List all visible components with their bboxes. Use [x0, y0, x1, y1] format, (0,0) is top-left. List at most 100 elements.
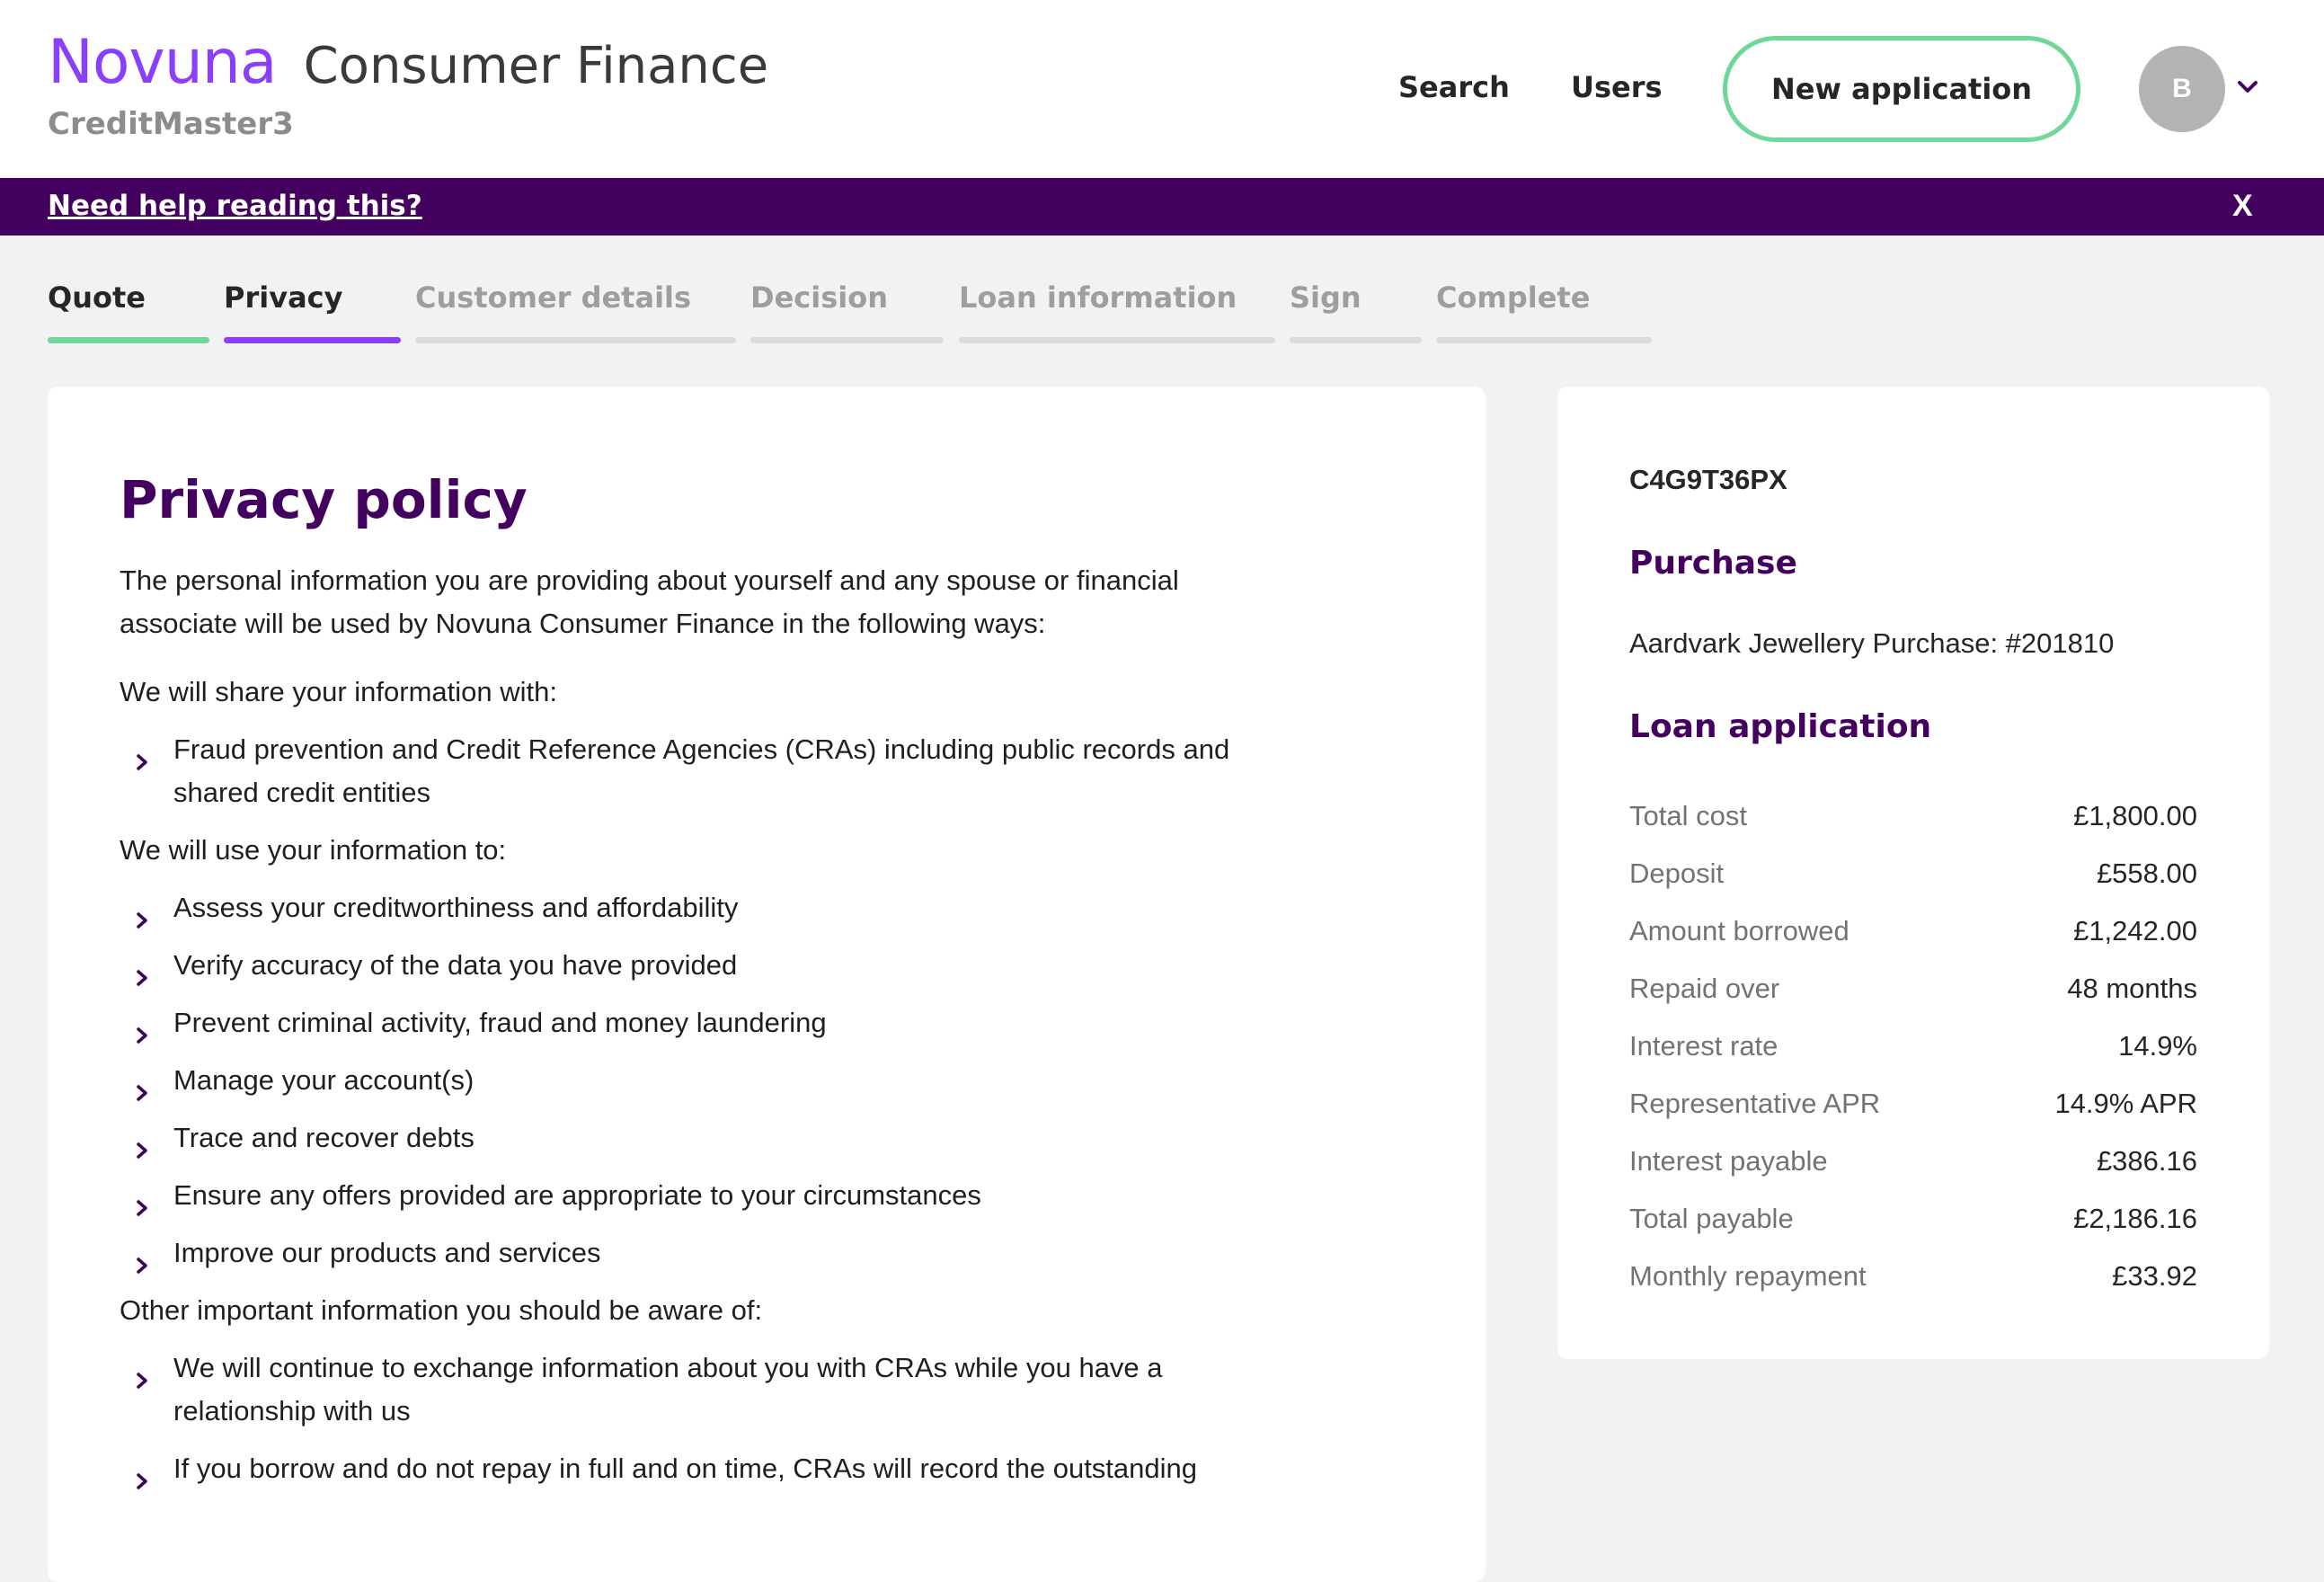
page-title: Privacy policy	[120, 469, 528, 530]
use-list: Assess your creditworthiness and afforda…	[120, 886, 1288, 1275]
nav-users-link[interactable]: Users	[1571, 70, 1663, 104]
list-item: Trace and recover debts	[120, 1116, 1279, 1160]
share-list: Fraud prevention and Credit Reference Ag…	[120, 728, 1288, 814]
brand-subtitle: Consumer Finance	[303, 37, 769, 95]
loan-row-value: 14.9%	[2118, 1030, 2197, 1062]
loan-row-value: £33.92	[2112, 1260, 2197, 1292]
list-item: Fraud prevention and Credit Reference Ag…	[120, 728, 1279, 814]
avatar[interactable]: B	[2139, 46, 2225, 132]
step-progress-bar	[1436, 337, 1652, 343]
loan-row-representative-apr: Representative APR 14.9% APR	[1629, 1075, 2197, 1133]
step-progress-bar	[750, 337, 944, 343]
chevron-down-icon[interactable]	[2236, 79, 2259, 100]
step-progress-bar	[415, 337, 736, 343]
loan-row-label: Repaid over	[1629, 973, 1780, 1004]
loan-row-value: £386.16	[2096, 1145, 2197, 1177]
loan-row-label: Interest payable	[1629, 1145, 1828, 1177]
chevron-right-icon	[136, 956, 148, 1000]
step-decision[interactable]: Decision	[750, 280, 944, 343]
chevron-right-icon	[136, 741, 148, 784]
application-summary-card: C4G9T36PX Purchase Aardvark Jewellery Pu…	[1557, 387, 2269, 1359]
chevron-right-icon	[136, 899, 148, 942]
chevron-right-icon	[136, 1014, 148, 1057]
loan-row-amount-borrowed: Amount borrowed £1,242.00	[1629, 902, 2197, 960]
app-header: Novuna Consumer Finance CreditMaster3 Se…	[0, 0, 2324, 178]
loan-row-label: Interest rate	[1629, 1030, 1778, 1062]
other-list: We will continue to exchange information…	[120, 1346, 1288, 1490]
help-reading-link[interactable]: Need help reading this?	[48, 190, 422, 222]
list-item: Improve our products and services	[120, 1231, 1279, 1275]
loan-row-interest-payable: Interest payable £386.16	[1629, 1133, 2197, 1190]
list-item-text: Ensure any offers provided are appropria…	[173, 1179, 981, 1211]
loan-row-label: Representative APR	[1629, 1088, 1881, 1119]
nav-search-link[interactable]: Search	[1398, 70, 1510, 104]
loan-row-value: £558.00	[2096, 858, 2197, 889]
logo[interactable]: Novuna Consumer Finance	[48, 27, 768, 102]
chevron-right-icon	[136, 1129, 148, 1172]
step-label: Loan information	[959, 280, 1237, 315]
list-item: If you borrow and do not repay in full a…	[120, 1447, 1279, 1490]
privacy-policy-card[interactable]: Privacy policy The personal information …	[48, 387, 1486, 1582]
loan-row-deposit: Deposit £558.00	[1629, 845, 2197, 902]
loan-row-label: Total payable	[1629, 1203, 1794, 1234]
help-banner: Need help reading this? X	[0, 178, 2324, 236]
step-sign[interactable]: Sign	[1290, 280, 1422, 343]
step-label: Sign	[1290, 280, 1362, 315]
loan-row-label: Total cost	[1629, 800, 1747, 831]
loan-application-heading: Loan application	[1629, 708, 1932, 745]
purchase-heading: Purchase	[1629, 545, 1797, 582]
brand: Novuna Consumer Finance CreditMaster3	[48, 27, 768, 142]
list-item-text: We will continue to exchange information…	[173, 1352, 1163, 1426]
loan-row-repaid-over: Repaid over 48 months	[1629, 960, 2197, 1018]
step-loan-information[interactable]: Loan information	[959, 280, 1275, 343]
list-item: We will continue to exchange information…	[120, 1346, 1279, 1433]
list-item: Verify accuracy of the data you have pro…	[120, 944, 1279, 987]
step-label: Quote	[48, 280, 146, 315]
step-label: Decision	[750, 280, 888, 315]
loan-row-value: 14.9% APR	[2054, 1088, 2197, 1119]
other-heading: Other important information you should b…	[120, 1294, 763, 1326]
list-item: Assess your creditworthiness and afforda…	[120, 886, 1279, 929]
chevron-right-icon	[136, 1186, 148, 1230]
list-item-text: Manage your account(s)	[173, 1064, 475, 1096]
step-quote[interactable]: Quote	[48, 280, 209, 343]
list-item-text: If you borrow and do not repay in full a…	[173, 1453, 1198, 1484]
list-item-text: Trace and recover debts	[173, 1122, 475, 1153]
close-banner-button[interactable]: X	[2232, 189, 2253, 224]
loan-row-interest-rate: Interest rate 14.9%	[1629, 1018, 2197, 1075]
list-item-text: Prevent criminal activity, fraud and mon…	[173, 1007, 827, 1038]
list-item-text: Assess your creditworthiness and afforda…	[173, 892, 739, 923]
step-complete[interactable]: Complete	[1436, 280, 1652, 343]
privacy-intro: The personal information you are providi…	[120, 564, 1179, 639]
list-item: Ensure any offers provided are appropria…	[120, 1174, 1279, 1217]
application-reference: C4G9T36PX	[1629, 464, 1787, 495]
step-privacy[interactable]: Privacy	[224, 280, 401, 343]
loan-row-value: £1,800.00	[2073, 800, 2197, 831]
chevron-right-icon	[136, 1460, 148, 1503]
product-name: CreditMaster3	[48, 106, 294, 142]
step-progress-bar	[48, 337, 209, 343]
step-progress-bar	[1290, 337, 1422, 343]
chevron-right-icon	[136, 1244, 148, 1287]
loan-row-value: £1,242.00	[2073, 915, 2197, 947]
step-progress-bar	[959, 337, 1275, 343]
loan-row-total-cost: Total cost £1,800.00	[1629, 787, 2197, 845]
loan-row-label: Amount borrowed	[1629, 915, 1849, 947]
loan-row-label: Monthly repayment	[1629, 1260, 1867, 1292]
list-item-text: Improve our products and services	[173, 1237, 601, 1268]
step-progress-bar	[224, 337, 401, 343]
list-item-text: Verify accuracy of the data you have pro…	[173, 949, 738, 981]
purchase-description: Aardvark Jewellery Purchase: #201810	[1629, 627, 2115, 659]
chevron-right-icon	[136, 1359, 148, 1402]
loan-details-list: Total cost £1,800.00 Deposit £558.00 Amo…	[1629, 787, 2197, 1305]
loan-row-total-payable: Total payable £2,186.16	[1629, 1190, 2197, 1248]
list-item-text: Fraud prevention and Credit Reference Ag…	[173, 733, 1230, 808]
step-label: Privacy	[224, 280, 343, 315]
loan-row-label: Deposit	[1629, 858, 1725, 889]
list-item: Prevent criminal activity, fraud and mon…	[120, 1001, 1279, 1044]
step-customer-details[interactable]: Customer details	[415, 280, 736, 343]
new-application-button[interactable]: New application	[1723, 36, 2080, 142]
loan-row-monthly-repayment: Monthly repayment £33.92	[1629, 1248, 2197, 1305]
use-heading: We will use your information to:	[120, 834, 507, 866]
loan-row-value: £2,186.16	[2073, 1203, 2197, 1234]
